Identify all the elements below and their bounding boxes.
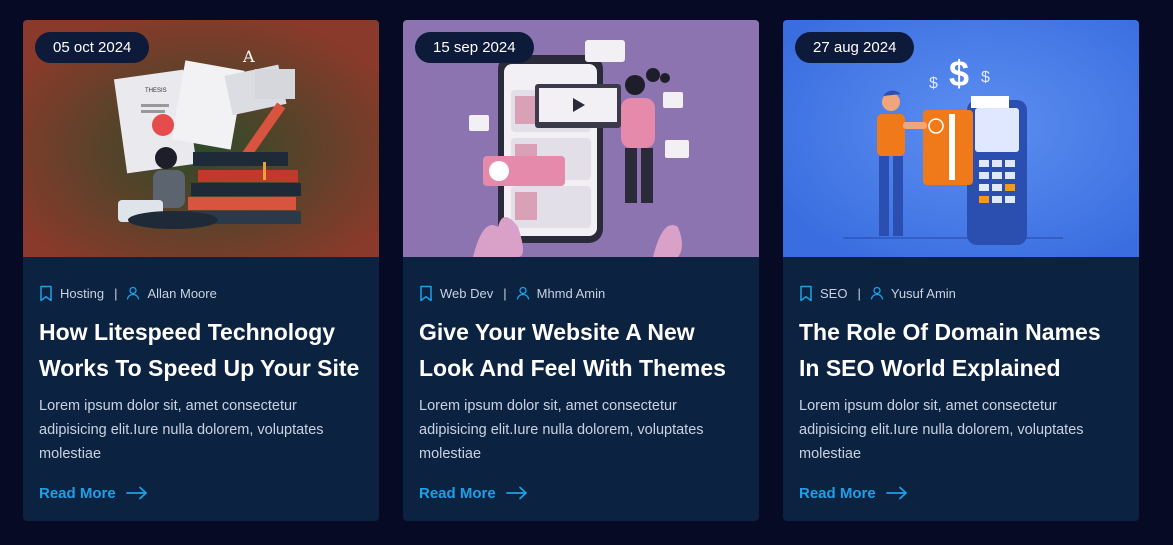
bookmark-icon xyxy=(39,285,53,302)
post-date-badge: 15 sep 2024 xyxy=(415,32,534,63)
arrow-right-icon xyxy=(885,486,908,500)
read-more-link[interactable]: Read More xyxy=(419,482,528,504)
read-more-label: Read More xyxy=(799,484,876,502)
read-more-link[interactable]: Read More xyxy=(39,482,148,504)
post-date-badge: 05 oct 2024 xyxy=(35,32,150,63)
read-more-label: Read More xyxy=(39,484,116,502)
blog-card: 15 sep 2024 Web Dev | Mhmd Amin Give You… xyxy=(403,20,759,521)
post-date-badge: 27 aug 2024 xyxy=(795,32,915,63)
post-category[interactable]: Hosting xyxy=(60,286,104,301)
post-author[interactable]: Mhmd Amin xyxy=(537,286,606,301)
arrow-right-icon xyxy=(125,486,148,500)
blog-grid: A THESIS 05 oct 2024 Hosting | Allan Moo… xyxy=(0,0,1173,545)
post-meta: Hosting | Allan Moore xyxy=(39,282,363,304)
dollar-sign-left: $ xyxy=(929,75,938,92)
user-icon xyxy=(870,286,884,300)
dollar-sign-large: $ xyxy=(949,53,969,94)
blog-card: $ $ $ 27 aug 2024 SEO | Yusuf Amin The R… xyxy=(783,20,1139,521)
meta-divider: | xyxy=(503,285,507,301)
post-excerpt: Lorem ipsum dolor sit, amet consectetur … xyxy=(39,398,324,462)
post-title[interactable]: How Litespeed Technology Works To Speed … xyxy=(39,314,365,386)
blog-card: A THESIS 05 oct 2024 Hosting | Allan Moo… xyxy=(23,20,379,521)
bookmark-icon xyxy=(419,285,433,302)
dollar-sign-right: $ xyxy=(981,69,990,86)
read-more-label: Read More xyxy=(419,484,496,502)
post-title[interactable]: The Role Of Domain Names In SEO World Ex… xyxy=(799,314,1125,386)
post-category[interactable]: Web Dev xyxy=(440,286,493,301)
bookmark-icon xyxy=(799,285,813,302)
letter-a-glyph: A xyxy=(242,47,255,66)
user-icon xyxy=(516,286,530,300)
arrow-right-icon xyxy=(505,486,528,500)
post-author[interactable]: Allan Moore xyxy=(147,286,216,301)
post-excerpt: Lorem ipsum dolor sit, amet consectetur … xyxy=(799,398,1084,462)
post-excerpt: Lorem ipsum dolor sit, amet consectetur … xyxy=(419,398,704,462)
post-thumbnail[interactable]: A THESIS 05 oct 2024 xyxy=(23,20,379,257)
post-meta: SEO | Yusuf Amin xyxy=(799,282,1123,304)
post-category[interactable]: SEO xyxy=(820,286,847,301)
post-thumbnail[interactable]: $ $ $ 27 aug 2024 xyxy=(783,20,1139,257)
thesis-label: THESIS xyxy=(145,88,167,94)
post-title[interactable]: Give Your Website A New Look And Feel Wi… xyxy=(419,314,745,386)
post-thumbnail[interactable]: 15 sep 2024 xyxy=(403,20,759,257)
post-author[interactable]: Yusuf Amin xyxy=(891,286,956,301)
meta-divider: | xyxy=(857,285,861,301)
meta-divider: | xyxy=(114,285,118,301)
user-icon xyxy=(126,286,140,300)
post-meta: Web Dev | Mhmd Amin xyxy=(419,282,743,304)
read-more-link[interactable]: Read More xyxy=(799,482,908,504)
